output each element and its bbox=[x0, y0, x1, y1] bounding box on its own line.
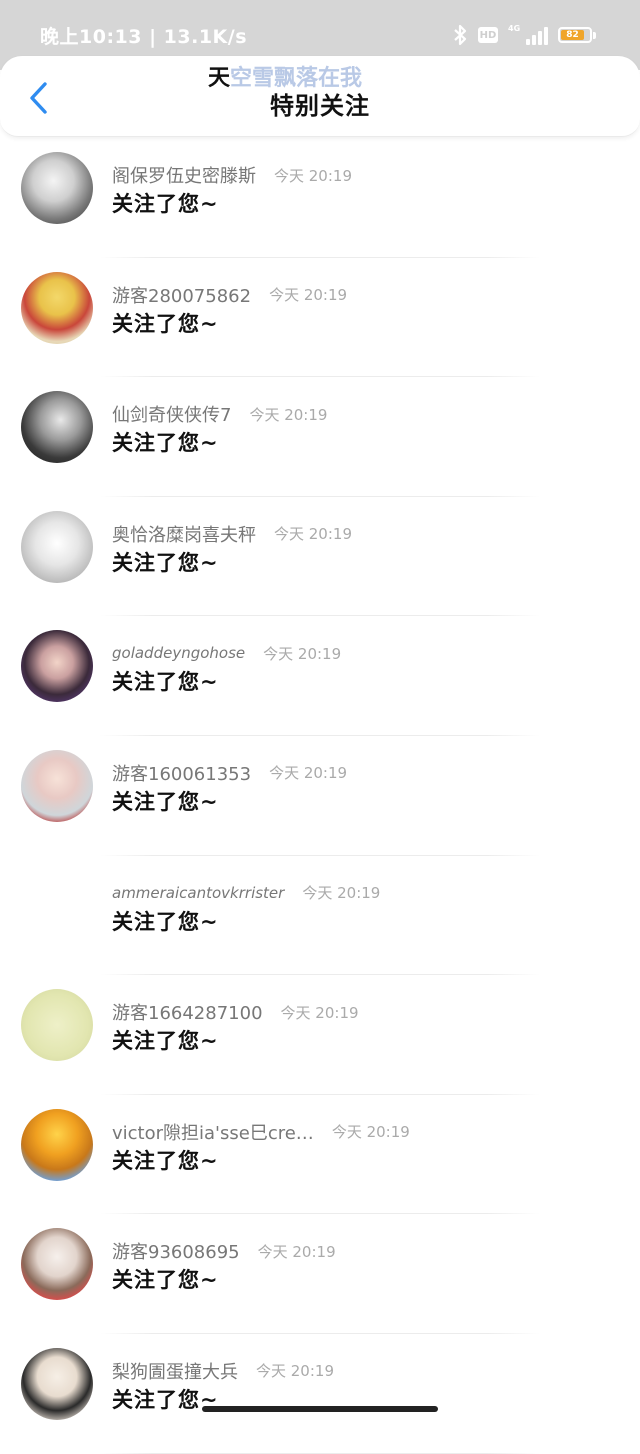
action-text: 关注了您~ bbox=[112, 192, 219, 216]
battery-icon: 82 bbox=[558, 27, 596, 43]
signal-bar bbox=[544, 27, 548, 45]
timestamp: 今天 20:19 bbox=[274, 525, 352, 544]
name-time-line: 游客280075862 今天 20:19 bbox=[112, 282, 347, 308]
notification-list[interactable]: 阁保罗伍史密滕斯 今天 20:19 关注了您~ 游客280075862 今天 20:19… bbox=[0, 138, 640, 1454]
page-title: 特别关注 bbox=[270, 92, 370, 120]
avatar[interactable] bbox=[21, 271, 93, 344]
action-text: 关注了您~ bbox=[112, 550, 219, 575]
signal-bar bbox=[532, 35, 536, 45]
username[interactable]: goladdeyngohose bbox=[112, 644, 245, 662]
username[interactable]: 游客280075862 bbox=[112, 282, 251, 308]
username[interactable]: victor隙担ia'sse巳cre… bbox=[112, 1119, 314, 1145]
avatar[interactable] bbox=[21, 989, 93, 1062]
app-header: 天空雪飘落在我 特别关注 bbox=[0, 56, 640, 137]
network-speed: 13.1K/s bbox=[163, 26, 248, 48]
action-text: 关注了您~ bbox=[112, 670, 219, 695]
avatar[interactable] bbox=[21, 870, 93, 942]
timestamp: 今天 20:19 bbox=[280, 1003, 359, 1022]
action-text: 关注了您~ bbox=[112, 789, 219, 814]
status-time-speed: 晚上10:13 | 13.1K/s bbox=[40, 22, 247, 49]
name-time-line: 奥恰洛糜岗喜夫秤 今天 20:19 bbox=[112, 521, 352, 547]
action-text: 关注了您~ bbox=[112, 909, 219, 934]
battery-level: 82 bbox=[561, 30, 584, 40]
avatar[interactable] bbox=[21, 1108, 93, 1181]
network-type: 4G bbox=[508, 24, 521, 33]
divider bbox=[100, 1452, 540, 1454]
timestamp: 今天 20:19 bbox=[269, 764, 348, 783]
avatar[interactable] bbox=[21, 152, 93, 224]
timestamp: 今天 20:19 bbox=[331, 1123, 410, 1142]
timestamp: 今天 20:19 bbox=[257, 1242, 336, 1261]
action-text: 关注了您~ bbox=[112, 1268, 219, 1293]
name-time-line: 梨狗圊蛋撞大兵 今天 20:19 bbox=[112, 1358, 334, 1384]
notification-item[interactable]: ammeraicantovkrrister 今天 20:19 关注了您~ bbox=[0, 856, 640, 976]
avatar[interactable] bbox=[21, 510, 93, 583]
name-time-line: 游客160061353 今天 20:19 bbox=[112, 760, 347, 786]
notification-item[interactable]: 仙剑奇侠侠传7 今天 20:19 关注了您~ bbox=[0, 377, 640, 497]
username[interactable]: 奥恰洛糜岗喜夫秤 bbox=[112, 521, 256, 547]
username[interactable]: 仙剑奇侠侠传7 bbox=[112, 401, 231, 427]
timestamp: 今天 20:19 bbox=[256, 1362, 334, 1381]
avatar[interactable] bbox=[21, 749, 93, 822]
name-time-line: 阁保罗伍史密滕斯 今天 20:19 bbox=[112, 162, 352, 188]
name-time-line: 游客1664287100 今天 20:19 bbox=[112, 999, 359, 1025]
signal-bar bbox=[526, 39, 530, 45]
notification-item[interactable]: 梨狗圊蛋撞大兵 今天 20:19 关注了您~ bbox=[0, 1334, 640, 1454]
notification-item[interactable]: 游客93608695 今天 20:19 关注了您~ bbox=[0, 1214, 640, 1334]
home-indicator[interactable] bbox=[202, 1406, 438, 1412]
action-text: 关注了您~ bbox=[112, 1029, 219, 1054]
status-icons: HD 4G 82 bbox=[452, 21, 596, 49]
name-time-line: 仙剑奇侠侠传7 今天 20:19 bbox=[112, 401, 327, 427]
name-time-line: 游客93608695 今天 20:19 bbox=[112, 1238, 336, 1264]
avatar[interactable] bbox=[21, 1228, 93, 1301]
username[interactable]: 阁保罗伍史密滕斯 bbox=[112, 162, 256, 188]
username[interactable]: 梨狗圊蛋撞大兵 bbox=[112, 1358, 238, 1384]
cellular-signal-icon: 4G bbox=[508, 24, 548, 45]
action-text: 关注了您~ bbox=[112, 1148, 219, 1173]
notification-item[interactable]: 阁保罗伍史密滕斯 今天 20:19 关注了您~ bbox=[0, 138, 640, 258]
avatar[interactable] bbox=[21, 391, 93, 464]
signal-bar bbox=[538, 31, 542, 45]
notification-item[interactable]: victor隙担ia'sse巳cre… 今天 20:19 关注了您~ bbox=[0, 1095, 640, 1215]
name-time-line: victor隙担ia'sse巳cre… 今天 20:19 bbox=[112, 1119, 410, 1145]
name-time-line: goladdeyngohose 今天 20:19 bbox=[112, 640, 341, 666]
username[interactable]: ammeraicantovkrrister bbox=[112, 884, 284, 902]
notification-item[interactable]: 奥恰洛糜岗喜夫秤 今天 20:19 关注了您~ bbox=[0, 497, 640, 617]
action-text: 关注了您~ bbox=[112, 311, 219, 336]
battery-body: 82 bbox=[558, 27, 592, 43]
timestamp: 今天 20:19 bbox=[302, 884, 381, 903]
notification-item[interactable]: 游客280075862 今天 20:19 关注了您~ bbox=[0, 258, 640, 378]
status-separator: | bbox=[149, 26, 164, 48]
username[interactable]: 游客93608695 bbox=[112, 1238, 240, 1264]
timestamp: 今天 20:19 bbox=[249, 405, 328, 424]
timestamp: 今天 20:19 bbox=[269, 286, 348, 305]
timestamp: 今天 20:19 bbox=[274, 166, 352, 185]
action-text: 关注了您~ bbox=[112, 431, 219, 456]
notification-item[interactable]: goladdeyngohose 今天 20:19 关注了您~ bbox=[0, 616, 640, 736]
bluetooth-icon bbox=[452, 24, 468, 46]
status-time: 晚上10:13 bbox=[40, 26, 142, 48]
username[interactable]: 游客160061353 bbox=[112, 760, 251, 786]
avatar[interactable] bbox=[21, 630, 93, 703]
hd-badge: HD bbox=[478, 27, 498, 43]
avatar[interactable] bbox=[21, 1347, 93, 1420]
username[interactable]: 游客1664287100 bbox=[112, 999, 263, 1025]
timestamp: 今天 20:19 bbox=[263, 644, 342, 663]
name-time-line: ammeraicantovkrrister 今天 20:19 bbox=[112, 880, 380, 906]
notification-item[interactable]: 游客1664287100 今天 20:19 关注了您~ bbox=[0, 975, 640, 1095]
battery-tip bbox=[593, 31, 596, 39]
notification-item[interactable]: 游客160061353 今天 20:19 关注了您~ bbox=[0, 736, 640, 856]
